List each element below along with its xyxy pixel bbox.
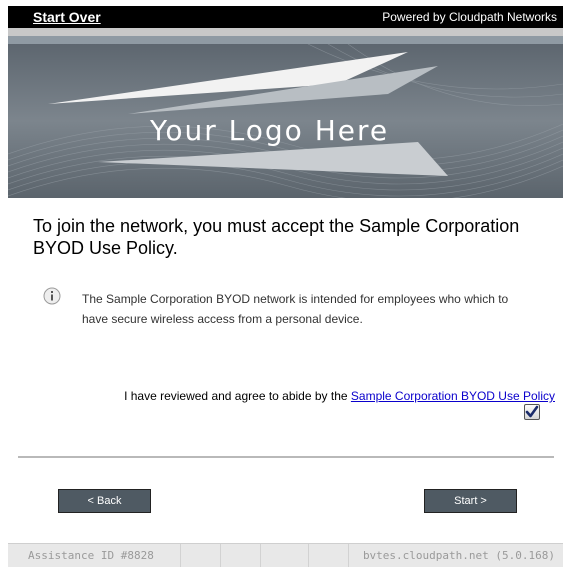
footer-cell <box>260 544 309 567</box>
logo-text: Your Logo Here <box>149 114 389 147</box>
footer-cell <box>180 544 221 567</box>
policy-link[interactable]: Sample Corporation BYOD Use Policy <box>351 389 555 403</box>
check-icon <box>525 405 539 418</box>
footer-cell <box>308 544 349 567</box>
agreement-prefix: I have reviewed and agree to abide by th… <box>124 389 348 403</box>
banner-graphic: Your Logo Here <box>8 44 563 198</box>
footer-cell <box>220 544 261 567</box>
start-button[interactable]: Start > <box>424 489 517 513</box>
top-bar: Start Over Powered by Cloudpath Networks <box>8 6 563 28</box>
page: Start Over Powered by Cloudpath Networks <box>0 0 563 567</box>
agreement-statement: I have reviewed and agree to abide by th… <box>8 389 555 403</box>
powered-by-text: Powered by Cloudpath Networks <box>382 10 557 24</box>
start-over-link[interactable]: Start Over <box>33 9 101 25</box>
server-version: bvtes.cloudpath.net (5.0.168) <box>362 549 555 562</box>
info-icon <box>43 287 61 305</box>
header-stripe-light <box>8 28 563 36</box>
agree-checkbox[interactable] <box>524 404 540 420</box>
logo-banner: Your Logo Here <box>8 44 563 198</box>
divider <box>18 456 554 458</box>
info-message: The Sample Corporation BYOD network is i… <box>82 292 509 326</box>
back-button[interactable]: < Back <box>58 489 151 513</box>
assistance-id: Assistance ID #8828 <box>28 549 154 562</box>
footer: Assistance ID #8828 bvtes.cloudpath.net … <box>8 543 563 567</box>
page-title: To join the network, you must accept the… <box>33 216 520 258</box>
header-stripe-dark <box>8 36 563 44</box>
